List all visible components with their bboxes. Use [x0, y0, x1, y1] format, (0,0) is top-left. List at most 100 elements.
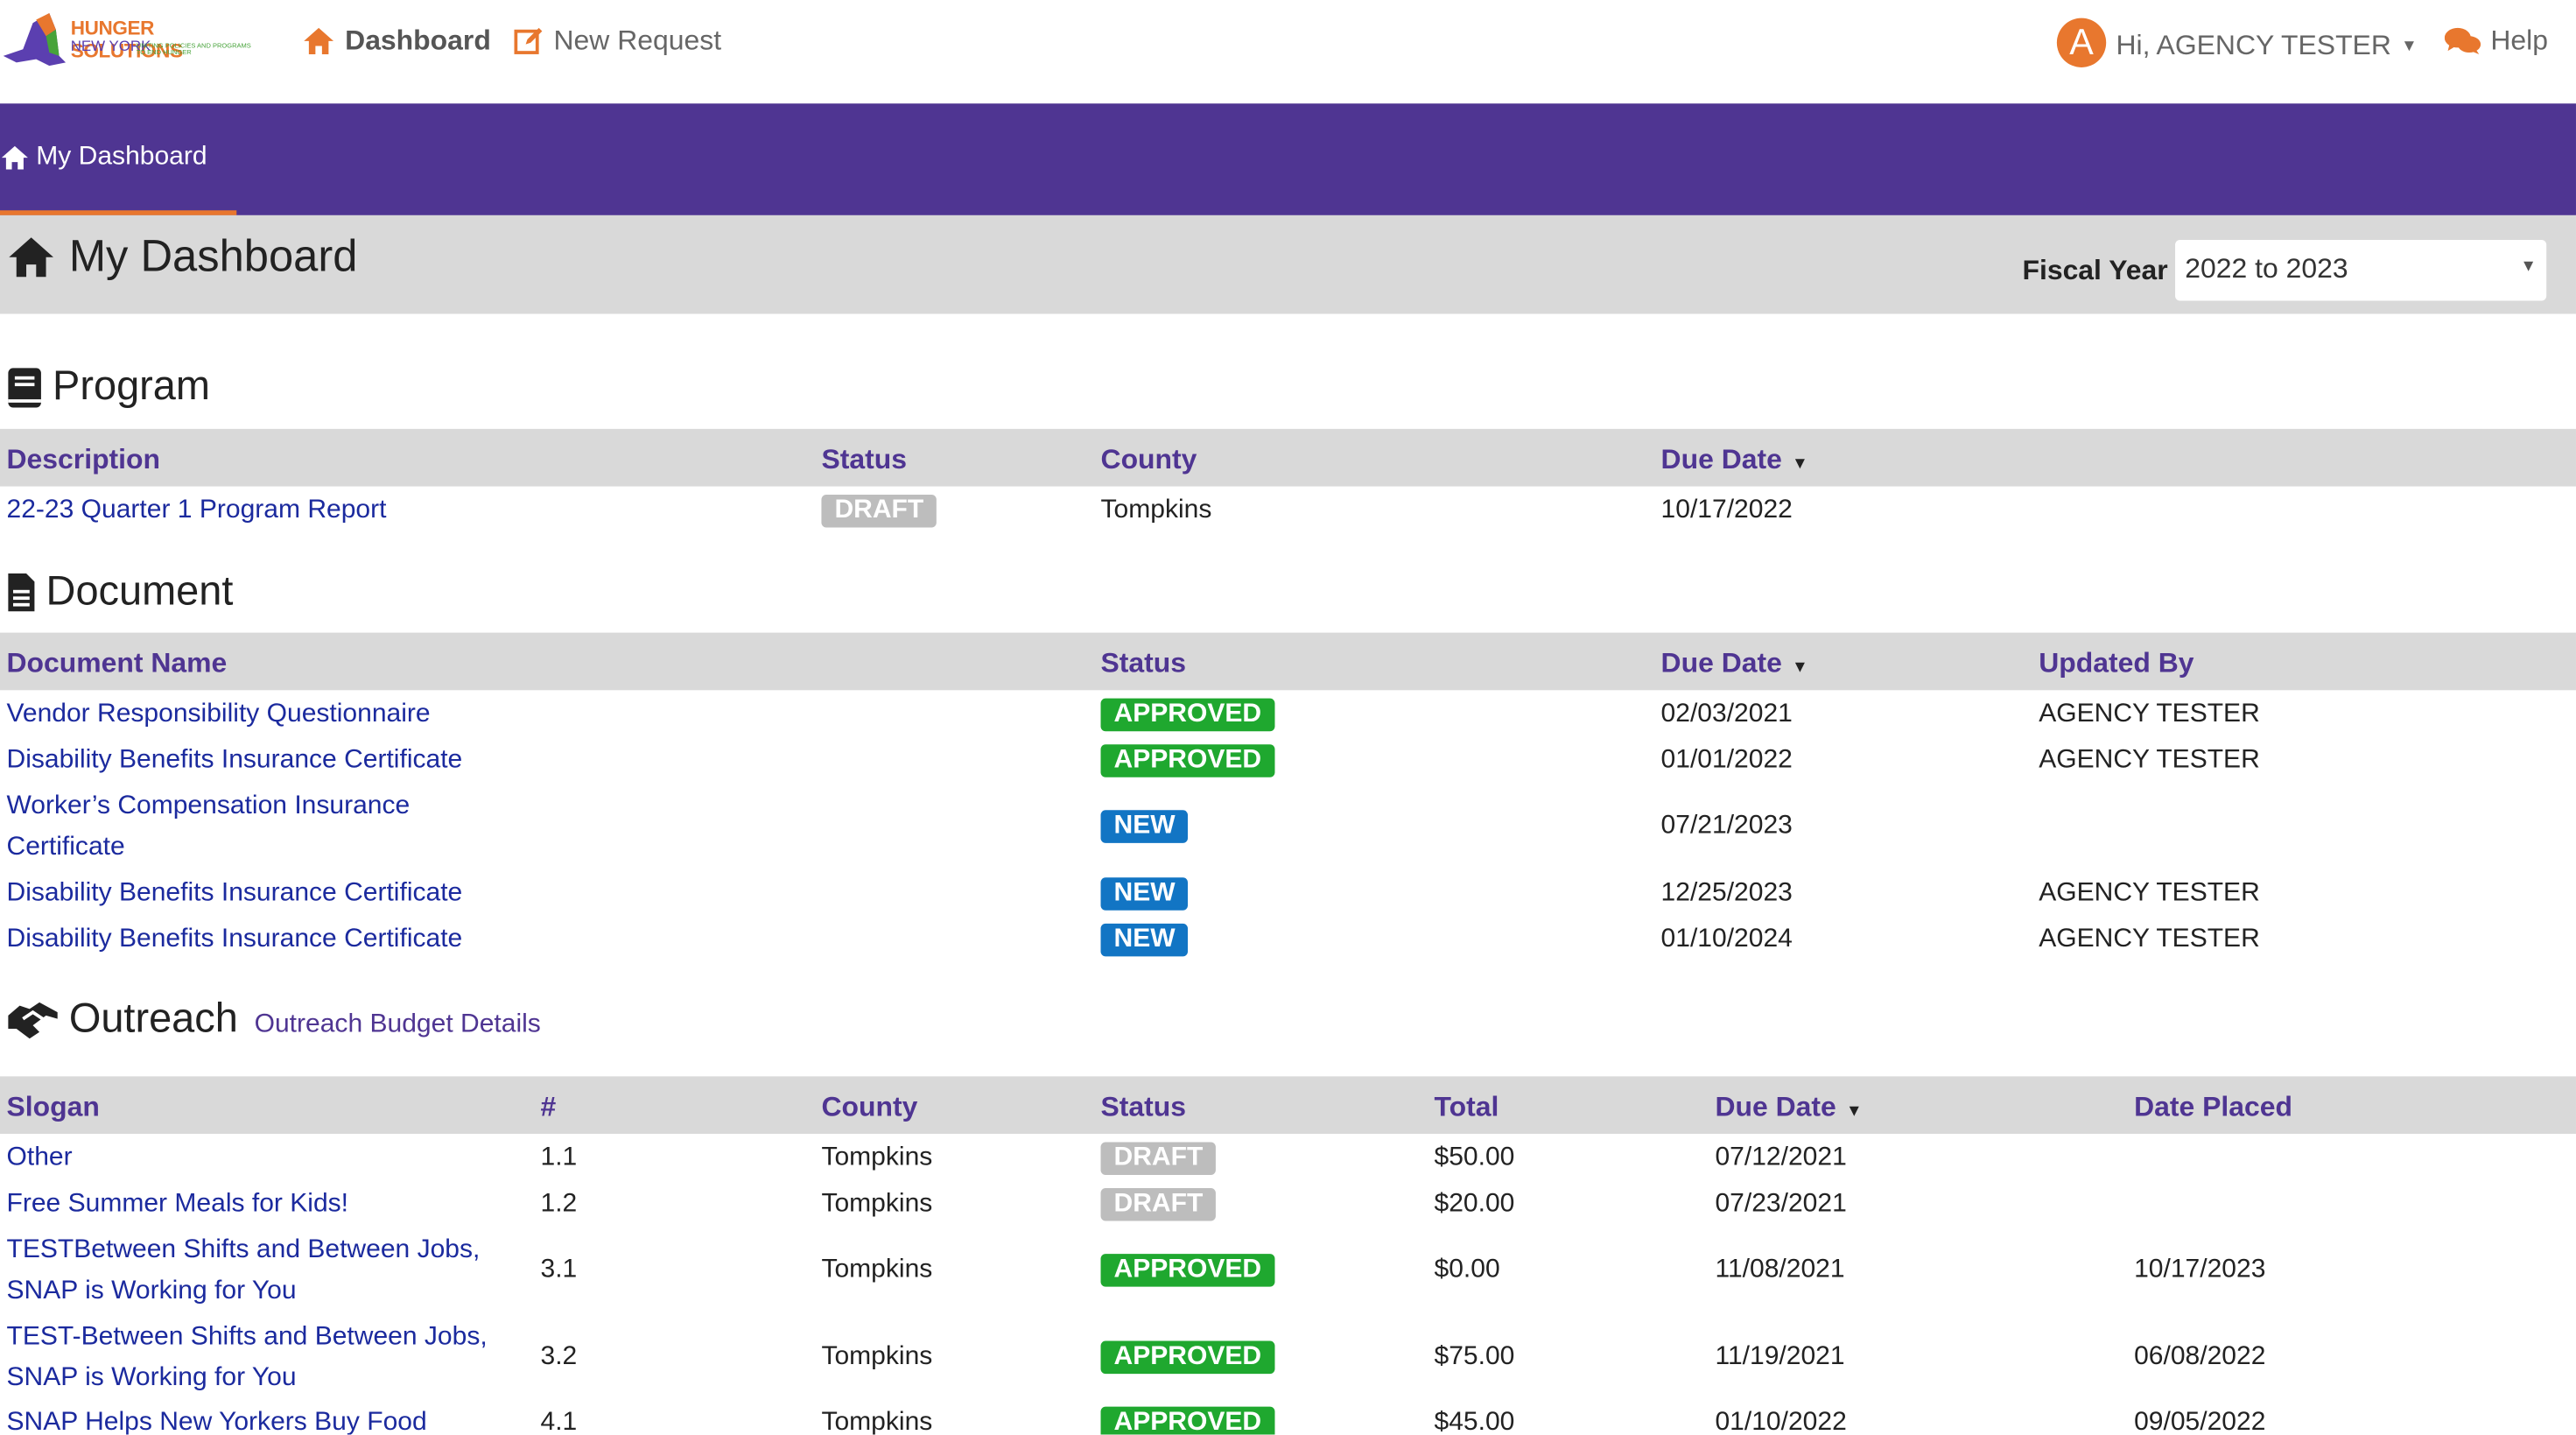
tab-my-dashboard[interactable]: My Dashboard	[0, 143, 207, 172]
col-document-name[interactable]: Document Name	[7, 647, 228, 680]
document-link[interactable]: Disability Benefits Insurance Certificat…	[7, 918, 463, 960]
county-cell: Tompkins	[1100, 496, 1212, 524]
date-placed-cell: 06/08/2022	[2134, 1342, 2266, 1371]
county-cell: Tompkins	[821, 1143, 933, 1172]
section-tabs-bar: My Dashboard	[0, 103, 2576, 215]
number-cell: 3.2	[540, 1342, 578, 1371]
file-icon	[8, 573, 35, 612]
outreach-budget-details-link[interactable]: Outreach Budget Details	[255, 1009, 541, 1039]
page-title-text: My Dashboard	[68, 231, 358, 281]
slogan-link-line1: TESTBetween Shifts and Between Jobs,	[6, 1235, 481, 1264]
total-cell: $75.00	[1434, 1342, 1515, 1371]
chevron-down-icon: ▼	[2520, 257, 2537, 277]
col-due-date-label: Due Date	[1715, 1091, 1836, 1122]
col-total[interactable]: Total	[1435, 1091, 1499, 1124]
status-badge: APPROVED	[1100, 698, 1275, 732]
total-cell: $45.00	[1434, 1408, 1515, 1435]
due-date-cell: 12/25/2023	[1660, 879, 1793, 908]
page-header: My Dashboard Fiscal Year 2022 to 2023 ▼	[0, 215, 2576, 314]
program-section-title: Program	[7, 362, 211, 411]
due-date-cell: 11/08/2021	[1715, 1255, 1845, 1284]
logo-tagline: UNITING POLICIES AND PROGRAMS TO END HUN…	[136, 40, 251, 56]
nav-dashboard-link[interactable]: Dashboard	[302, 25, 491, 58]
status-badge: NEW	[1100, 877, 1189, 911]
status-badge: APPROVED	[1100, 1406, 1275, 1435]
number-cell: 4.1	[540, 1408, 578, 1435]
updated-by-cell: AGENCY TESTER	[2039, 879, 2260, 908]
home-icon	[9, 237, 53, 278]
top-navbar: HUNGER SOLUTIONS NEW YORK UNITING POLICI…	[0, 0, 2576, 104]
user-menu-dropdown[interactable]: A Hi, AGENCY TESTER ▼	[2056, 18, 2418, 67]
nav-new-request-link[interactable]: New Request	[514, 25, 721, 58]
due-date-cell: 11/19/2021	[1715, 1342, 1845, 1371]
col-number[interactable]: #	[541, 1091, 557, 1124]
status-badge: APPROVED	[1100, 744, 1275, 777]
fiscal-year-label: Fiscal Year	[2022, 254, 2168, 286]
document-link[interactable]: Disability Benefits Insurance Certificat…	[7, 873, 463, 914]
status-badge: DRAFT	[1100, 1142, 1217, 1175]
program-table-header: Description Status County Due Date ▼	[0, 428, 2576, 487]
user-avatar: A	[2056, 18, 2107, 67]
due-date-cell: 07/12/2021	[1715, 1143, 1847, 1172]
outreach-table-header: Slogan # County Status Total Due Date ▼ D…	[0, 1076, 2576, 1135]
county-cell: Tompkins	[821, 1342, 933, 1371]
col-status[interactable]: Status	[821, 444, 907, 477]
outreach-section-title: Outreach Outreach Budget Details	[7, 995, 541, 1043]
document-link[interactable]: Vendor Responsibility Questionnaire	[7, 693, 431, 735]
nav-help-link[interactable]: Help	[2444, 25, 2549, 58]
document-link[interactable]: Worker’s Compensation Insurance Certifica…	[7, 785, 500, 868]
col-due-date-label: Due Date	[1660, 443, 1782, 475]
slogan-link[interactable]: TEST-Between Shifts and Between Jobs, SNA…	[7, 1316, 533, 1398]
col-description[interactable]: Description	[7, 444, 161, 477]
slogan-link[interactable]: TESTBetween Shifts and Between Jobs, SNAP…	[7, 1229, 533, 1312]
col-updated-by[interactable]: Updated By	[2039, 647, 2193, 680]
due-date-cell: 01/10/2024	[1660, 925, 1793, 953]
due-date-cell: 07/21/2023	[1660, 812, 1793, 841]
status-badge: APPROVED	[1100, 1254, 1275, 1287]
number-cell: 1.1	[540, 1143, 578, 1172]
document-title: Document	[46, 568, 234, 615]
col-slogan[interactable]: Slogan	[7, 1091, 100, 1124]
document-link-line1: Worker’s Compensation Insurance	[6, 791, 411, 820]
slogan-link[interactable]: SNAP Helps New Yorkers Buy Food	[7, 1402, 427, 1435]
county-cell: Tompkins	[821, 1255, 933, 1284]
col-status[interactable]: Status	[1101, 1091, 1187, 1124]
slogan-link-line2: SNAP is Working for You	[6, 1277, 297, 1305]
number-cell: 1.2	[540, 1189, 578, 1218]
status-badge: APPROVED	[1100, 1340, 1275, 1375]
document-section-title: Document	[7, 568, 234, 616]
status-badge: DRAFT	[1100, 1187, 1217, 1221]
col-due-date[interactable]: Due Date ▼	[1715, 1091, 1862, 1124]
app-root: HUNGER SOLUTIONS NEW YORK UNITING POLICI…	[0, 0, 2576, 1435]
status-badge: NEW	[1100, 923, 1189, 957]
fiscal-year-value: 2022 to 2023	[2185, 253, 2348, 285]
col-status[interactable]: Status	[1101, 647, 1187, 680]
slogan-link[interactable]: Other	[7, 1137, 73, 1178]
col-county[interactable]: County	[1101, 444, 1197, 477]
col-county[interactable]: County	[821, 1091, 917, 1124]
tab-my-dashboard-label: My Dashboard	[36, 143, 207, 172]
due-date-cell: 07/23/2021	[1715, 1189, 1847, 1218]
document-link[interactable]: Disability Benefits Insurance Certificat…	[7, 740, 463, 781]
col-due-date[interactable]: Due Date ▼	[1661, 444, 1808, 477]
fiscal-year-select[interactable]: 2022 to 2023 ▼	[2175, 240, 2547, 301]
edit-icon	[514, 27, 543, 54]
slogan-link[interactable]: Free Summer Meals for Kids!	[7, 1183, 349, 1224]
status-badge: NEW	[1100, 810, 1189, 843]
sort-desc-icon: ▼	[1792, 454, 1808, 474]
slogan-link-line1: TEST-Between Shifts and Between Jobs,	[6, 1322, 488, 1351]
total-cell: $50.00	[1434, 1143, 1515, 1172]
handshake-icon	[8, 1001, 58, 1038]
nav-new-request-label: New Request	[553, 25, 722, 56]
ny-state-icon	[3, 13, 67, 67]
nav-help-label: Help	[2490, 25, 2549, 56]
outreach-title: Outreach	[68, 995, 238, 1042]
hunger-solutions-logo[interactable]: HUNGER SOLUTIONS NEW YORK UNITING POLICI…	[0, 7, 271, 76]
program-title: Program	[53, 362, 211, 410]
due-date-cell: 01/01/2022	[1660, 746, 1793, 775]
document-link-line2: Certificate	[6, 833, 125, 862]
book-icon	[8, 367, 41, 407]
program-report-link[interactable]: 22-23 Quarter 1 Program Report	[7, 489, 387, 531]
col-due-date[interactable]: Due Date ▼	[1661, 647, 1808, 680]
col-date-placed[interactable]: Date Placed	[2134, 1091, 2292, 1124]
